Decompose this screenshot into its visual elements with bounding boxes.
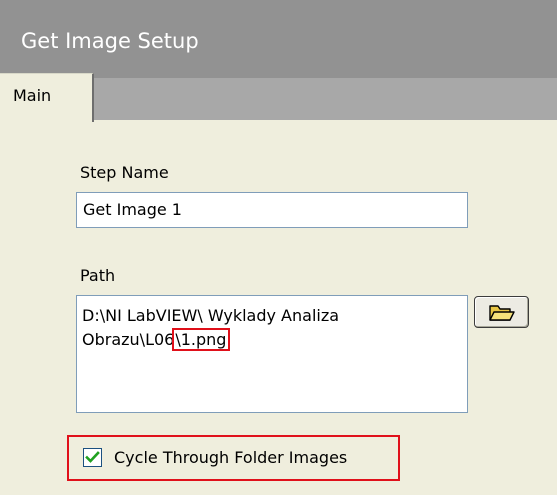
path-text-line-1: D:\NI LabVIEW\ Wyklady Analiza: [82, 306, 340, 325]
tab-main-label: Main: [13, 86, 52, 105]
cycle-folder-images-label: Cycle Through Folder Images: [114, 448, 348, 467]
title-bar: Get Image Setup: [0, 0, 557, 78]
path-label: Path: [80, 266, 116, 285]
checkmark-icon: [85, 451, 100, 463]
step-name-label: Step Name: [80, 163, 169, 182]
window-title: Get Image Setup: [21, 29, 199, 53]
path-text-line-2: Obrazu\L06\1.png: [82, 328, 462, 352]
path-filename-highlight: \1.png: [172, 328, 231, 351]
step-name-input[interactable]: Get Image 1: [76, 192, 468, 228]
path-input[interactable]: D:\NI LabVIEW\ Wyklady Analiza Obrazu\L0…: [76, 295, 468, 413]
path-folder-segment: Obrazu\L06: [82, 330, 175, 349]
tab-main[interactable]: Main: [0, 73, 94, 122]
cycle-folder-images-option[interactable]: Cycle Through Folder Images: [67, 435, 400, 481]
folder-open-icon: [489, 305, 515, 321]
cycle-folder-images-checkbox[interactable]: [83, 448, 102, 467]
browse-path-button[interactable]: [474, 296, 529, 328]
